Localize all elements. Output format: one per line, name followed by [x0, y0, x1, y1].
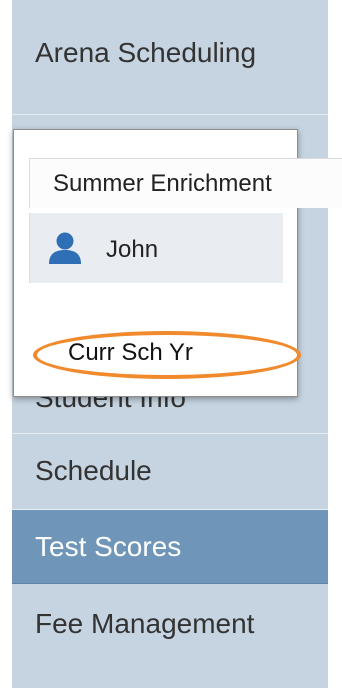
sidebar-item-label: Fee Management [35, 608, 255, 639]
page-edge [0, 0, 12, 688]
user-row[interactable]: John [29, 213, 283, 283]
highlight-ellipse [33, 331, 301, 379]
sidebar-item-label: Schedule [35, 455, 152, 486]
school-tab[interactable]: Summer Enrichment [29, 158, 342, 208]
sidebar-item-schedule[interactable]: Schedule [12, 434, 328, 510]
user-name: John [106, 236, 159, 263]
sidebar-item-label: Arena Scheduling [35, 37, 257, 68]
sidebar-item-fee-management[interactable]: Fee Management [12, 584, 328, 688]
school-tab-label: Summer Enrichment [53, 170, 272, 197]
sidebar-item-label: Test Scores [35, 531, 182, 562]
user-icon [47, 232, 83, 264]
sidebar-item-arena-scheduling[interactable]: Arena Scheduling [12, 0, 328, 115]
sidebar-item-test-scores[interactable]: Test Scores [12, 510, 328, 584]
